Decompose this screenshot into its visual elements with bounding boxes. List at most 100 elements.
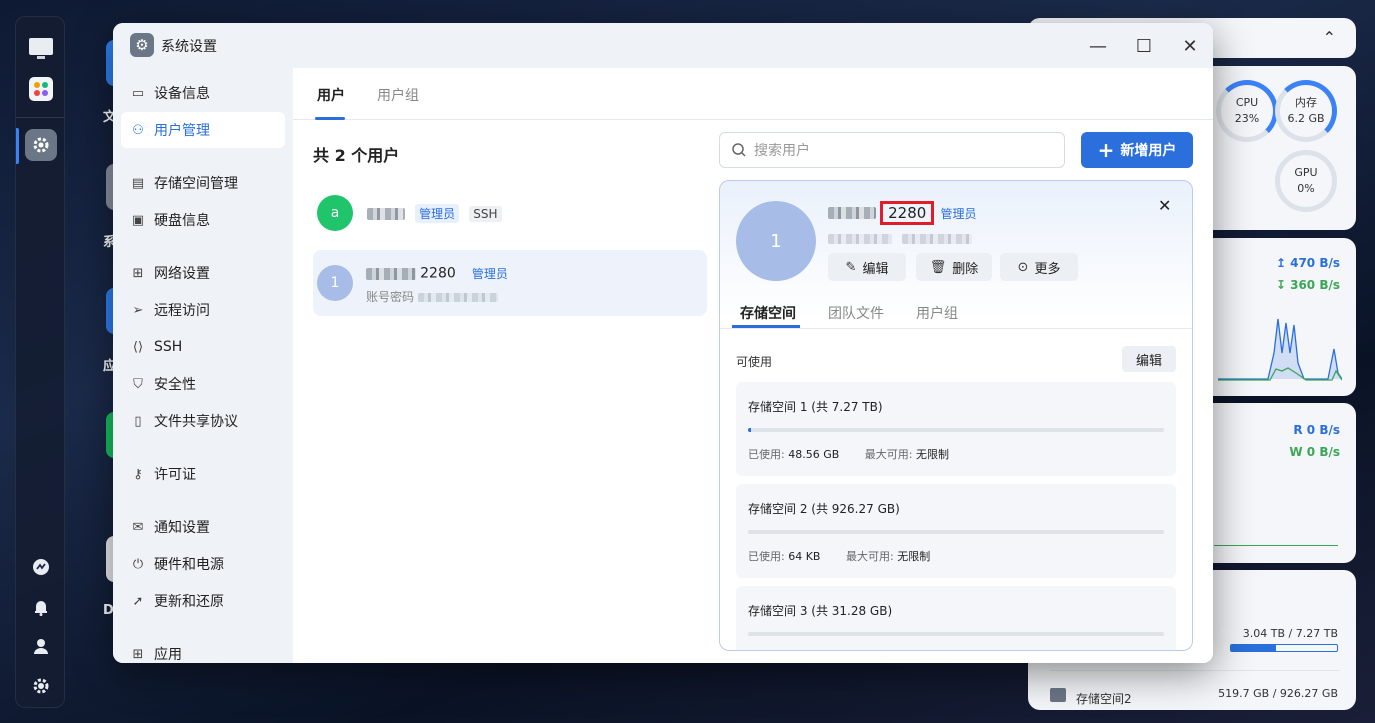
settings-window: ⚙ 系统设置 — ☐ ✕ ▭ 设备信息 ⚇ 用户管理 ▤ 存储空间管理 ▣ 硬盘信息 ⊞… [113,23,1213,663]
network-chart [1218,318,1342,381]
tab-user-groups[interactable]: 用户组 [377,85,419,105]
disk-io-baseline [1214,545,1338,546]
more-icon: ⊙ [1017,259,1029,275]
tab-users[interactable]: 用户 [317,85,345,105]
more-button[interactable]: ⊙ 更多 [1000,253,1078,281]
sidebar-item-hardware-power[interactable]: ⏻ 硬件和电源 [121,546,285,582]
delete-user-button[interactable]: 🗑 删除 [916,253,992,281]
users-icon: ⚇ [132,122,144,138]
admin-badge: 管理员 [415,204,460,223]
key-icon: ⚷ [133,466,143,482]
tab-detail-user-groups[interactable]: 用户组 [916,303,958,323]
usage-bar-fill [748,428,752,432]
storage-card-2: 存储空间 2 (共 926.27 GB) 已使用: 64 KB 最大可用: 无限… [736,484,1176,578]
tab-storage[interactable]: 存储空间 [740,303,796,323]
collapse-icon[interactable]: ⌃ [1323,28,1336,47]
avatar: 1 [317,265,353,301]
search-icon [732,143,746,157]
sidebar-item-network[interactable]: ⊞ 网络设置 [121,255,285,291]
grid-icon: ⊞ [132,646,144,662]
storage-title: 存储空间 1 (共 7.27 TB) [748,400,883,414]
send-icon: ➢ [132,302,144,318]
titlebar: ⚙ 系统设置 — ☐ ✕ [113,23,1213,68]
username-suffix: 2280 [420,265,456,282]
storage-drive-icon [1050,688,1066,702]
storage-space1-bar [1230,644,1338,652]
pencil-icon: ✎ [845,259,857,275]
storage-stats: 已使用: 64 KB 最大可用: 无限制 [748,550,931,563]
sidebar-item-storage[interactable]: ▤ 存储空间管理 [121,165,285,201]
edit-quota-button[interactable]: 编辑 [1122,346,1176,372]
redacted-username [367,207,405,220]
sidebar-item-remote-access[interactable]: ➢ 远程访问 [121,292,285,328]
sidebar-item-notifications[interactable]: ✉ 通知设置 [121,509,285,545]
close-window-button[interactable]: ✕ [1178,34,1202,58]
redacted-detail-subtitle [828,231,973,246]
user-list-item-selected[interactable]: 1 2280 管理员 账号密码 [313,250,707,316]
storage-space2-usage: 519.7 GB / 926.27 GB [1218,687,1338,700]
disk-read: R 0 B/s [1293,423,1340,437]
storage-title: 存储空间 3 (共 31.28 GB) [748,604,893,618]
code-icon: ⟨⟩ [132,339,144,355]
close-detail-icon[interactable]: ✕ [1158,196,1171,215]
ssh-badge: SSH [469,205,502,222]
gpu-gauge: GPU 0% [1275,150,1337,212]
monitor-icon[interactable] [25,33,57,65]
user-count-title: 共 2 个用户 [313,146,400,165]
disk-icon: ▣ [131,212,145,228]
usage-bar [748,530,1164,534]
memory-label: 内存 [1295,96,1317,109]
redacted-password [417,293,498,302]
redacted-username [366,267,416,280]
usage-bar [748,428,1164,432]
sidebar-item-file-sharing[interactable]: ▯ 文件共享协议 [121,403,285,439]
device-icon: ▭ [131,85,145,101]
user-detail-panel: 1 2280 管理员 ✕ ✎ 编辑 🗑 删除 ⊙ 更多 存储空间 团队文件 用户… [719,180,1193,651]
dock-active-indicator [16,128,19,164]
mail-icon: ✉ [132,519,144,535]
gpu-label: GPU [1294,166,1318,179]
available-label: 可使用 [736,355,773,369]
bell-icon[interactable] [25,591,57,623]
tab-team-files[interactable]: 团队文件 [828,303,884,323]
admin-badge: 管理员 [940,206,977,221]
storage-card-3: 存储空间 3 (共 31.28 GB) [736,586,1176,650]
storage-space1-usage: 3.04 TB / 7.27 TB [1242,627,1338,640]
network-up: ↥ 470 B/s [1275,256,1340,270]
storage-title: 存储空间 2 (共 926.27 GB) [748,502,900,516]
sidebar-item-disk-info[interactable]: ▣ 硬盘信息 [121,202,285,238]
storage-card-1: 存储空间 1 (共 7.27 TB) 已使用: 48.56 GB 最大可用: 无… [736,382,1176,476]
sidebar: ▭ 设备信息 ⚇ 用户管理 ▤ 存储空间管理 ▣ 硬盘信息 ⊞ 网络设置 ➢ 远程访问 ⟨⟩… [113,68,293,663]
user-list-item[interactable]: a 管理员 SSH [313,180,707,246]
gpu-value: 0% [1297,182,1315,195]
sidebar-item-ssh[interactable]: ⟨⟩ SSH [121,329,285,365]
storage-space1-bar-fill [1231,645,1276,651]
edit-user-button[interactable]: ✎ 编辑 [828,253,906,281]
sidebar-item-security[interactable]: ⛉ 安全性 [121,366,285,402]
avatar: a [317,195,353,231]
activity-icon[interactable] [25,551,57,583]
sidebar-item-update-restore[interactable]: ➚ 更新和还原 [121,583,285,619]
rocket-icon: ➚ [132,593,144,609]
user-icon[interactable] [25,630,57,662]
gear-icon[interactable] [25,670,57,702]
storage-space2-label: 存储空间2 [1076,692,1132,706]
network-down: ↧ 360 B/s [1275,278,1340,292]
settings-app-icon[interactable] [25,129,57,161]
add-user-button[interactable]: + 新增用户 [1081,132,1193,168]
minimize-button[interactable]: — [1086,34,1110,58]
user-subtitle-row: 账号密码 [366,288,498,305]
cpu-value: 23% [1234,112,1260,125]
sidebar-item-device-info[interactable]: ▭ 设备信息 [121,75,285,111]
sidebar-item-license[interactable]: ⚷ 许可证 [121,456,285,492]
main-content: 用户 用户组 共 2 个用户 a 管理员 SSH 1 2280 管理员 账号密码 [293,68,1213,663]
avatar: 1 [736,201,816,281]
maximize-button[interactable]: ☐ [1132,34,1156,58]
sidebar-item-apps[interactable]: ⊞ 应用 [121,636,285,664]
storage-divider [1050,670,1340,671]
account-password-label: 账号密码 [366,290,415,304]
search-input[interactable] [754,142,1044,158]
search-box[interactable] [719,132,1065,168]
sidebar-item-user-management[interactable]: ⚇ 用户管理 [121,112,285,148]
app-center-icon[interactable] [25,73,57,105]
